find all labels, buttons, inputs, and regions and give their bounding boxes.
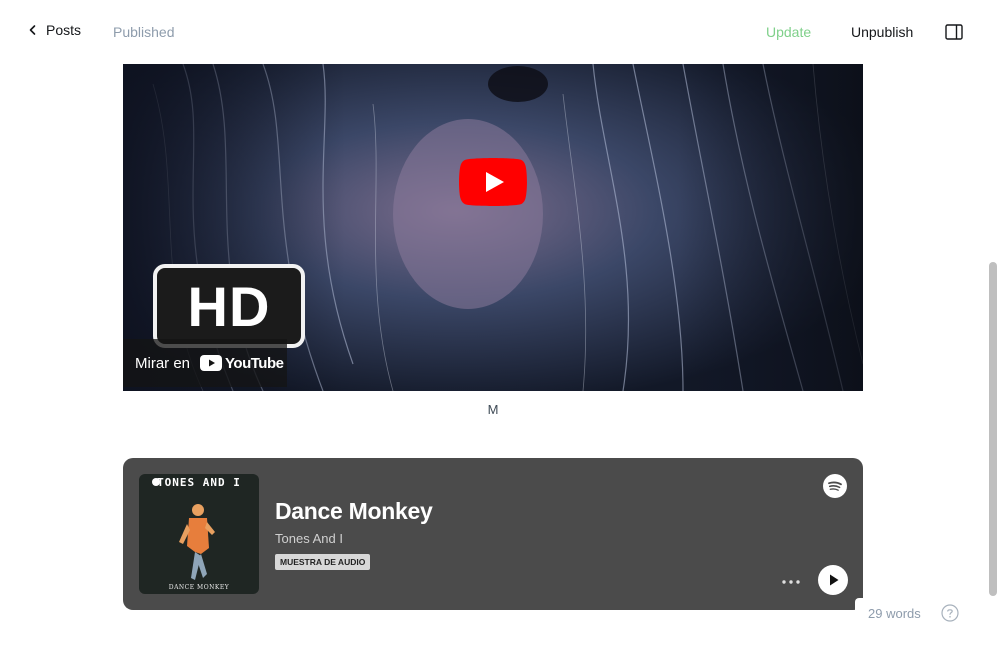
update-button[interactable]: Update (766, 24, 811, 40)
spotify-icon[interactable] (823, 474, 847, 498)
youtube-embed[interactable]: HD Mirar en YouTube (123, 64, 863, 391)
spotify-embed[interactable]: TONES AND I DANCE MONKEY Dance Monkey To… (123, 458, 863, 610)
word-count-panel: 29 words (855, 598, 1000, 630)
youtube-wordmark: YouTube (225, 354, 284, 372)
youtube-logo-icon (200, 355, 223, 371)
back-label: Posts (46, 22, 82, 38)
cover-figure (152, 478, 215, 580)
hd-badge: HD (153, 264, 305, 348)
watch-on-youtube-button[interactable]: Mirar en YouTube (123, 339, 287, 387)
unpublish-button[interactable]: Unpublish (851, 24, 913, 40)
sidebar-toggle-icon[interactable] (945, 24, 963, 40)
youtube-logo: YouTube (200, 354, 284, 372)
play-icon[interactable] (818, 565, 848, 595)
track-title[interactable]: Dance Monkey (275, 498, 433, 525)
cover-footer: DANCE MONKEY (168, 584, 230, 591)
embed-caption[interactable]: M (123, 402, 863, 417)
watch-on-label: Mirar en (135, 354, 191, 372)
youtube-play-icon[interactable] (459, 158, 527, 206)
chevron-left-icon (29, 25, 36, 35)
preview-badge: MUESTRA DE AUDIO (275, 554, 371, 570)
scrollbar-track[interactable] (988, 64, 998, 660)
album-cover: TONES AND I DANCE MONKEY (139, 474, 259, 594)
question-circle-icon[interactable] (941, 604, 959, 622)
scrollbar-thumb[interactable] (989, 262, 997, 596)
post-status: Published (113, 24, 175, 40)
editor-header: Posts Published Update Unpublish (0, 0, 1000, 64)
more-horizontal-icon[interactable] (779, 574, 803, 590)
back-to-posts-link[interactable]: Posts (28, 22, 81, 38)
track-artist[interactable]: Tones And I (275, 531, 343, 546)
word-count: 29 words (868, 606, 921, 621)
